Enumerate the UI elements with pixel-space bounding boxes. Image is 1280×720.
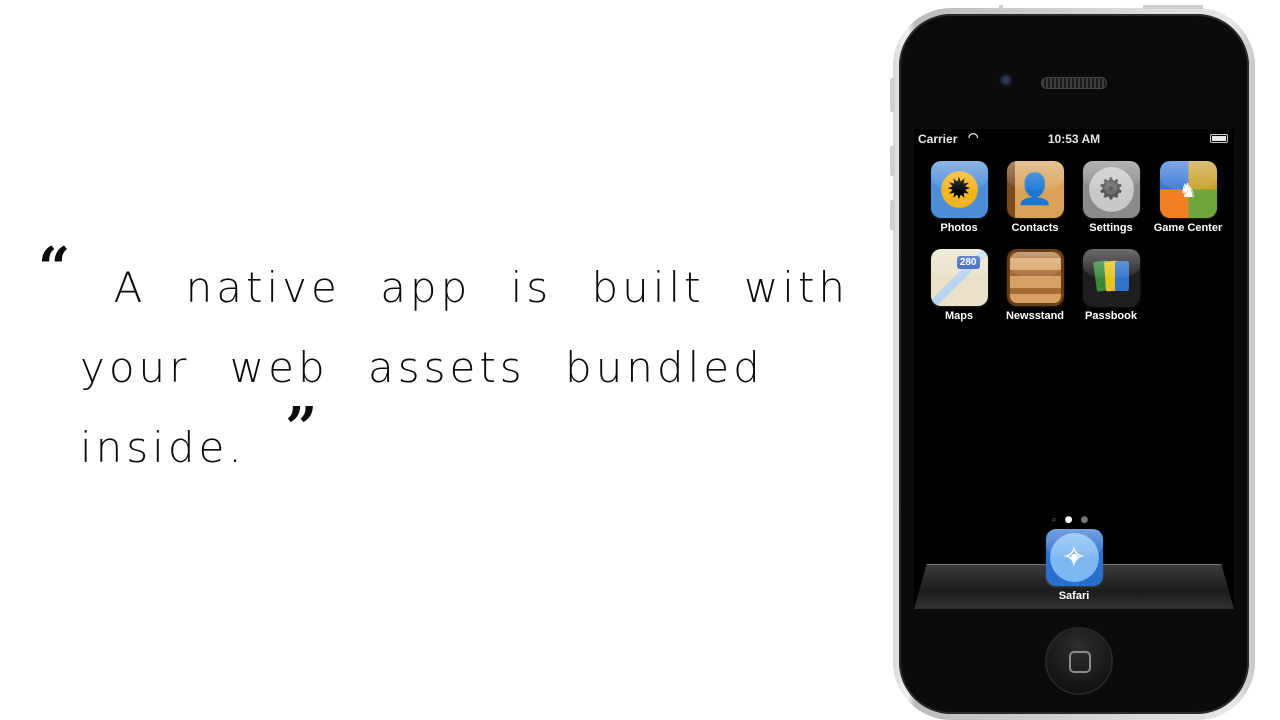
newsstand-icon[interactable] [1006,249,1064,306]
status-time: 10:53 AM [1047,132,1101,146]
earpiece-speaker [1041,77,1107,89]
app-maps[interactable]: 280 Maps [921,249,997,322]
app-label: Contacts [1011,222,1059,234]
photos-icon[interactable]: ✹ [930,161,988,218]
home-square-icon [1069,651,1091,673]
battery-icon [1210,134,1228,143]
safari-icon[interactable]: ✧ [1045,529,1103,586]
volume-down-button[interactable] [890,200,895,230]
iphone-bezel: Carrier ◠ 10:53 AM ✹ Photos 👤 Contacts ⚙… [899,14,1249,714]
app-label: Passbook [1085,310,1137,322]
power-button[interactable] [1143,5,1203,9]
app-label: Game Center [1153,222,1223,234]
quote-line-1: “ A native app is built with [38,235,850,312]
front-camera [999,73,1013,87]
close-quote-mark: ” [285,395,322,461]
iphone-device: Carrier ◠ 10:53 AM ✹ Photos 👤 Contacts ⚙… [890,5,1255,720]
page-indicator[interactable]: ⌕●● [914,515,1234,525]
quote-text: “ A native app is built with your web as… [38,235,858,488]
app-game-center[interactable]: ♞ Game Center [1150,161,1226,234]
status-bar: Carrier ◠ 10:53 AM [914,129,1234,149]
phone-screen: Carrier ◠ 10:53 AM ✹ Photos 👤 Contacts ⚙… [914,129,1234,609]
home-button[interactable] [1045,627,1113,695]
app-contacts[interactable]: 👤 Contacts [997,161,1073,234]
maps-icon[interactable]: 280 [930,249,988,306]
top-seam [999,5,1003,9]
app-newsstand[interactable]: Newsstand [997,249,1073,322]
app-photos[interactable]: ✹ Photos [921,161,997,234]
quote-line-2: your web assets bundled inside. ” [80,343,764,472]
mute-switch[interactable] [890,78,895,112]
settings-icon[interactable]: ⚙ [1082,161,1140,218]
app-label: Newsstand [1005,310,1065,322]
passbook-icon[interactable] [1082,249,1140,306]
contacts-icon[interactable]: 👤 [1006,161,1064,218]
page-dot-current: ● [1064,515,1081,525]
volume-up-button[interactable] [890,146,895,176]
highway-shield-icon: 280 [956,256,980,269]
game-center-icon[interactable]: ♞ [1159,161,1217,218]
app-safari[interactable]: ✧ Safari [1036,529,1112,602]
app-label: Settings [1089,222,1133,234]
app-label: Photos [940,222,978,234]
app-settings[interactable]: ⚙ Settings [1073,161,1149,234]
app-passbook[interactable]: Passbook [1073,249,1149,322]
app-label: Safari [1058,590,1090,602]
page-dot: ● [1080,515,1097,525]
search-page-icon: ⌕ [1051,515,1065,525]
app-label: Maps [944,310,974,322]
open-quote-mark: “ [38,235,75,301]
